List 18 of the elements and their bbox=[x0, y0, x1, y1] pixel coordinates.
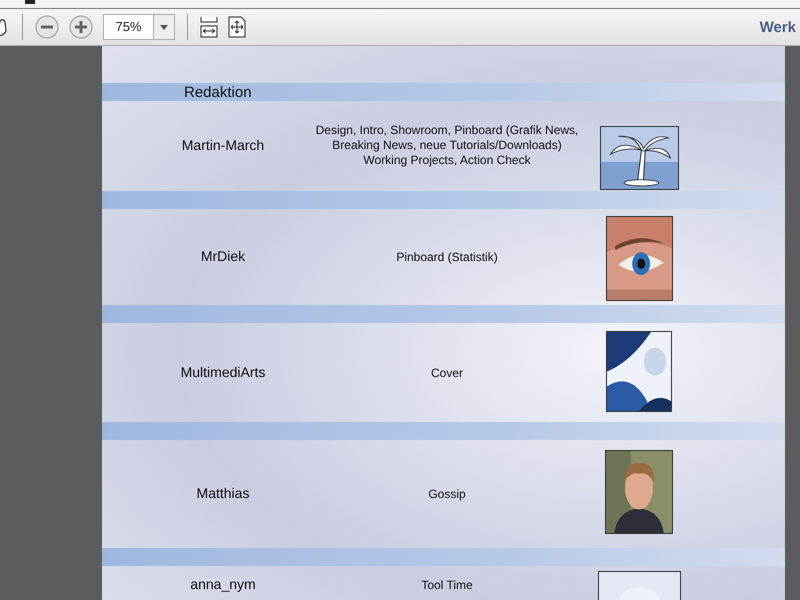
section-heading: Redaktion bbox=[184, 84, 252, 100]
member-tasks: Pinboard (Statistik) bbox=[396, 250, 498, 265]
fit-width-icon[interactable] bbox=[200, 16, 218, 38]
caret-icon bbox=[160, 24, 168, 30]
member-tasks: Tool Time bbox=[421, 578, 473, 593]
member-tasks: Gossip bbox=[428, 487, 466, 502]
member-name: MrDiek bbox=[200, 248, 246, 264]
zoom-in-icon[interactable] bbox=[69, 15, 93, 39]
zoom-field[interactable]: 75% bbox=[103, 14, 175, 40]
member-name: anna_nym bbox=[190, 576, 256, 592]
member-name: MultimediArts bbox=[180, 364, 266, 380]
member-name: Martin-March bbox=[182, 137, 264, 153]
member-name: Matthias bbox=[196, 485, 250, 501]
member-tasks: Design, Intro, Showroom, Pinboard (Grafik News, Breaking News, neue Tutorials/Downloads) Working Projects, Action Check bbox=[316, 123, 578, 168]
member-tasks: Cover bbox=[430, 366, 463, 380]
fit-page-icon[interactable] bbox=[228, 16, 246, 38]
tools-label[interactable]: Werk bbox=[760, 18, 796, 36]
zoom-out-icon[interactable] bbox=[35, 15, 59, 39]
